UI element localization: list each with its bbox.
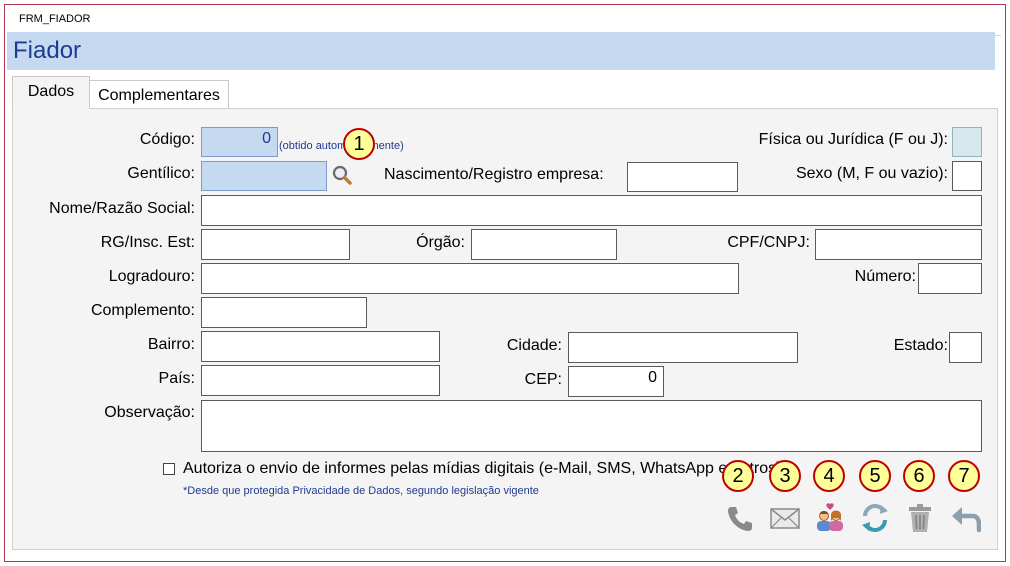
logradouro-label: Logradouro: [108, 268, 195, 285]
cep-field[interactable]: 0 [568, 366, 664, 397]
refresh-icon[interactable] [859, 502, 891, 534]
privacy-note: *Desde que protegida Privacidade de Dado… [183, 485, 539, 497]
cidade-label: Cidade: [506, 337, 562, 354]
cep-value: 0 [648, 369, 657, 386]
orgao-label: Órgão: [416, 234, 465, 251]
pais-field[interactable] [201, 365, 440, 396]
autoriza-label: Autoriza o envio de informes pelas mídia… [183, 460, 782, 477]
bairro-label: Bairro: [147, 336, 195, 353]
logradouro-field[interactable] [201, 263, 739, 294]
phone-icon[interactable] [724, 502, 756, 534]
trash-icon[interactable] [904, 502, 936, 534]
cpf-field[interactable] [815, 229, 982, 260]
rg-field[interactable] [201, 229, 350, 260]
badge-7: 7 [948, 460, 980, 492]
gentilico-label: Gentílico: [127, 165, 195, 182]
complemento-label: Complemento: [90, 302, 195, 319]
search-icon[interactable] [330, 163, 354, 187]
nome-label: Nome/Razão Social: [49, 200, 195, 217]
codigo-field[interactable]: 0 [201, 127, 278, 157]
form-header: Fiador [7, 32, 995, 70]
window-title: FRM_FIADOR [19, 13, 91, 25]
orgao-field[interactable] [471, 229, 617, 260]
tab-dados[interactable]: Dados [12, 76, 90, 109]
sexo-label: Sexo (M, F ou vazio): [795, 165, 948, 182]
bairro-field[interactable] [201, 331, 440, 362]
fisica-juridica-label: Física ou Jurídica (F ou J): [758, 131, 948, 148]
numero-field[interactable] [918, 263, 982, 294]
codigo-note: (obtido automaticamente) [279, 140, 404, 152]
nascimento-field[interactable] [627, 162, 738, 192]
numero-label: Número: [854, 268, 916, 285]
undo-icon[interactable] [949, 502, 982, 534]
complemento-field[interactable] [201, 297, 367, 328]
cidade-field[interactable] [568, 332, 798, 363]
nome-field[interactable] [201, 195, 982, 226]
badge-6: 6 [903, 460, 935, 492]
estado-label: Estado: [893, 337, 948, 354]
tab-complementares[interactable]: Complementares [89, 80, 229, 110]
badge-5: 5 [859, 460, 891, 492]
people-icon[interactable] [814, 502, 846, 534]
cep-label: CEP: [524, 371, 562, 388]
estado-field[interactable] [949, 332, 982, 363]
gentilico-field[interactable] [201, 161, 327, 191]
pais-label: País: [158, 370, 195, 387]
rg-label: RG/Insc. Est: [100, 234, 195, 251]
sexo-field[interactable] [952, 161, 982, 191]
badge-1: 1 [343, 128, 375, 160]
observacao-field[interactable] [201, 400, 982, 452]
envelope-icon[interactable] [769, 502, 801, 534]
badge-2: 2 [722, 460, 754, 492]
page-title: Fiador [13, 37, 82, 64]
cpf-label: CPF/CNPJ: [727, 234, 810, 251]
autoriza-checkbox[interactable] [163, 463, 175, 475]
codigo-value: 0 [262, 130, 271, 147]
badge-3: 3 [769, 460, 801, 492]
nascimento-label: Nascimento/Registro empresa: [384, 166, 604, 183]
badge-4: 4 [813, 460, 845, 492]
codigo-label: Código: [139, 131, 195, 148]
fisica-juridica-field[interactable] [952, 127, 982, 157]
observacao-label: Observação: [104, 404, 195, 421]
